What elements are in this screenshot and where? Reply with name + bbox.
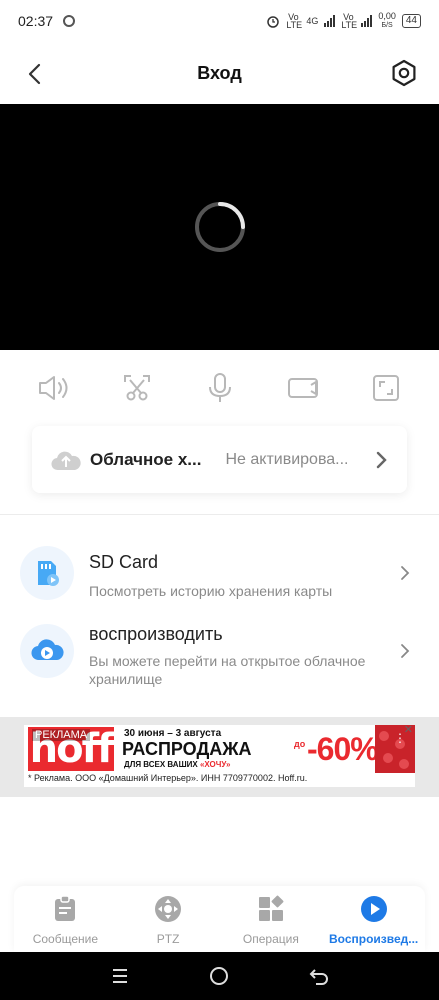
- sd-card-icon: [38, 561, 59, 586]
- lte-indicator: 4G: [306, 16, 319, 26]
- list-item-description: Вы можете перейти на открытое облачное х…: [89, 653, 366, 687]
- sd-card-icon-wrap: [20, 546, 74, 600]
- status-icons: Vo LTE 4G Vo LTE 0,00 Б/S 44: [266, 12, 421, 30]
- tab-ptz[interactable]: PTZ: [117, 886, 220, 952]
- loading-spinner-icon: [195, 202, 245, 252]
- microphone-button[interactable]: [202, 370, 238, 406]
- screenshot-button[interactable]: [119, 370, 155, 406]
- speaker-icon: [38, 376, 67, 400]
- menu-icon[interactable]: [108, 964, 132, 988]
- list-item-playback[interactable]: воспроизводить Вы можете перейти на откр…: [0, 620, 439, 690]
- ad-banner[interactable]: hoff РЕКЛАМА 30 июня – 3 августа РАСПРОД…: [24, 725, 415, 787]
- ad-band: hoff РЕКЛАМА 30 июня – 3 августа РАСПРОД…: [0, 717, 439, 797]
- chevron-right-icon: [376, 451, 387, 468]
- list-item-title: воспроизводить: [89, 624, 223, 644]
- tab-playback[interactable]: Воспроизвед...: [322, 886, 425, 952]
- ad-discount: -60%: [307, 731, 379, 767]
- fullscreen-icon: [372, 375, 399, 401]
- ad-subline: ДЛЯ ВСЕХ ВАШИХ «ХОЧУ»: [124, 760, 231, 769]
- net-speed: 0,00 Б/S: [378, 12, 396, 30]
- back-icon[interactable]: [22, 61, 48, 87]
- volte-indicator-1: Vo LTE: [286, 12, 303, 30]
- home-icon[interactable]: [207, 964, 231, 988]
- page-title: Вход: [197, 62, 242, 83]
- settings-icon[interactable]: [389, 58, 419, 88]
- message-icon: [55, 895, 76, 921]
- sound-button[interactable]: [36, 370, 72, 406]
- alarm-icon: [267, 16, 280, 28]
- fullscreen-button[interactable]: [368, 370, 404, 406]
- chevron-right-icon: [401, 644, 410, 658]
- cloud-playback-icon-wrap: [20, 624, 74, 678]
- cloud-storage-title: Облачное х...: [90, 449, 202, 469]
- signal-icon-1: [324, 15, 336, 27]
- header: Вход: [0, 42, 439, 104]
- operation-icon: [258, 895, 284, 921]
- list-item-title: SD Card: [89, 552, 159, 572]
- list-item-sd-card[interactable]: SD Card Посмотреть историю хранения карт…: [0, 540, 439, 610]
- app-notification-icon: [63, 15, 76, 27]
- status-time: 02:37: [18, 13, 54, 29]
- list-item-description: Посмотреть историю хранения карты: [89, 583, 333, 599]
- ptz-icon: [155, 896, 182, 922]
- ad-upto: до: [294, 739, 306, 749]
- cloud-storage-status: Не активирова...: [225, 450, 349, 468]
- cloud-playback-icon: [31, 639, 64, 661]
- record-button[interactable]: [285, 370, 321, 406]
- tab-message[interactable]: Сообщение: [14, 886, 117, 952]
- video-record-icon: [287, 378, 318, 398]
- tab-label: Сообщение: [32, 932, 99, 946]
- ad-headline: РАСПРОДАЖА: [122, 739, 252, 759]
- ad-label: РЕКЛАМА: [32, 729, 91, 741]
- tab-label: PTZ: [156, 932, 180, 946]
- microphone-icon: [208, 373, 231, 402]
- net-speed-value: 0,00: [378, 11, 396, 21]
- net-speed-unit: Б/S: [381, 22, 393, 29]
- status-bar: 02:37 Vo LTE 4G Vo LTE 0,00 Б/S 44: [0, 0, 439, 42]
- signal-icon-2: [361, 15, 373, 27]
- back-nav-icon[interactable]: [307, 964, 331, 988]
- playback-icon: [360, 896, 387, 922]
- ad-more-icon[interactable]: ⋮: [393, 732, 407, 755]
- tab-label: Воспроизвед...: [328, 932, 419, 946]
- player-controls: [0, 360, 439, 416]
- system-nav-bar: [0, 952, 439, 1000]
- tab-operation[interactable]: Операция: [220, 886, 323, 952]
- ad-subline-highlight: «ХОЧУ»: [199, 760, 231, 769]
- scissors-icon: [123, 375, 150, 401]
- ad-close-icon[interactable]: ✕: [404, 725, 413, 736]
- ad-dates: 30 июня – 3 августа: [124, 728, 222, 739]
- chevron-right-icon: [401, 566, 410, 580]
- tab-label: Операция: [242, 932, 299, 946]
- cloud-upload-icon: [51, 451, 81, 470]
- battery-icon: 44: [401, 14, 421, 28]
- bottom-tab-bar: Сообщение PTZ Операция Воспроизвед...: [14, 886, 425, 952]
- ad-subline-text: ДЛЯ ВСЕХ ВАШИХ: [124, 760, 198, 769]
- ad-footer: * Реклама. ООО «Домашний Интерьер». ИНН …: [28, 773, 308, 783]
- volte-indicator-2: Vo LTE: [341, 12, 358, 30]
- section-divider: [0, 514, 439, 515]
- cloud-storage-card[interactable]: Облачное х... Не активирова...: [32, 426, 407, 493]
